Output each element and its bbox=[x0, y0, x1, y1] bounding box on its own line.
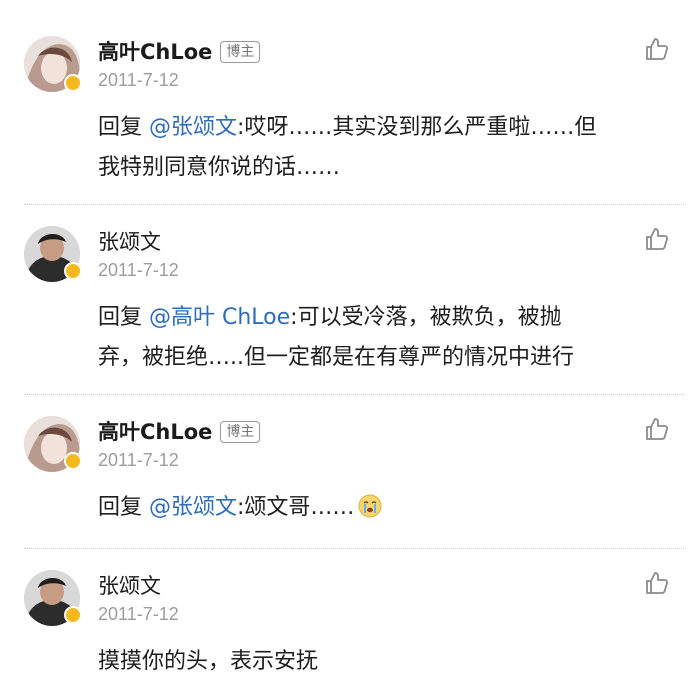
comment-text-line: :颂文哥…… bbox=[237, 495, 355, 520]
comment-text-line: 摸摸你的头，表示安抚 bbox=[98, 649, 319, 674]
thumbs-up-icon[interactable] bbox=[644, 416, 670, 442]
comment-date: 2011-7-12 bbox=[98, 260, 179, 280]
mention-link[interactable]: @张颂文 bbox=[149, 115, 237, 140]
mention-link[interactable]: @张颂文 bbox=[149, 495, 237, 520]
avatar[interactable] bbox=[24, 36, 80, 92]
author-name[interactable]: 高叶ChLoe bbox=[98, 40, 212, 64]
verified-badge-icon bbox=[64, 606, 82, 624]
comment-author[interactable]: 高叶ChLoe 博主 bbox=[98, 416, 261, 446]
crying-emoji-icon bbox=[358, 494, 382, 518]
comment-date: 2011-7-12 bbox=[98, 604, 179, 624]
comment-text-line: 弃，被拒绝…..但一定都是在有尊严的情况中进行 bbox=[98, 345, 574, 370]
author-name[interactable]: 张颂文 bbox=[98, 230, 161, 254]
comment-text: 回复 @张颂文:颂文哥…… bbox=[98, 488, 678, 528]
comment-text: 回复 @高叶 ChLoe:可以受冷落，被欺负，被抛 弃，被拒绝…..但一定都是在… bbox=[98, 298, 678, 378]
comment-text: 摸摸你的头，表示安抚 bbox=[98, 642, 678, 682]
comment-author[interactable]: 张颂文 bbox=[98, 226, 161, 256]
author-name[interactable]: 高叶ChLoe bbox=[98, 420, 212, 444]
thumbs-up-icon[interactable] bbox=[644, 226, 670, 252]
comment-text-line: 我特别同意你说的话…… bbox=[98, 155, 341, 180]
author-tag: 博主 bbox=[220, 41, 261, 63]
divider bbox=[24, 204, 684, 205]
reply-prefix: 回复 bbox=[98, 305, 149, 330]
reply-prefix: 回复 bbox=[98, 495, 149, 520]
comment-date: 2011-7-12 bbox=[98, 70, 179, 90]
comment-author[interactable]: 张颂文 bbox=[98, 570, 161, 600]
author-name[interactable]: 张颂文 bbox=[98, 574, 161, 598]
author-tag: 博主 bbox=[220, 421, 261, 443]
thumbs-up-icon[interactable] bbox=[644, 570, 670, 596]
reply-prefix: 回复 bbox=[98, 115, 149, 140]
verified-badge-icon bbox=[64, 262, 82, 280]
comment-date: 2011-7-12 bbox=[98, 450, 179, 470]
avatar-image bbox=[24, 36, 80, 92]
comment-text: 回复 @张颂文:哎呀……其实没到那么严重啦……但 我特别同意你说的话…… bbox=[98, 108, 678, 188]
comment-text-line: :哎呀……其实没到那么严重啦……但 bbox=[237, 115, 597, 140]
comment-text-line: :可以受冷落，被欺负，被抛 bbox=[290, 305, 562, 330]
comment-author[interactable]: 高叶ChLoe 博主 bbox=[98, 36, 261, 66]
divider bbox=[24, 548, 684, 549]
divider bbox=[24, 394, 684, 395]
thumbs-up-icon[interactable] bbox=[644, 36, 670, 62]
mention-link[interactable]: @高叶 ChLoe bbox=[149, 305, 290, 330]
verified-badge-icon bbox=[64, 452, 82, 470]
